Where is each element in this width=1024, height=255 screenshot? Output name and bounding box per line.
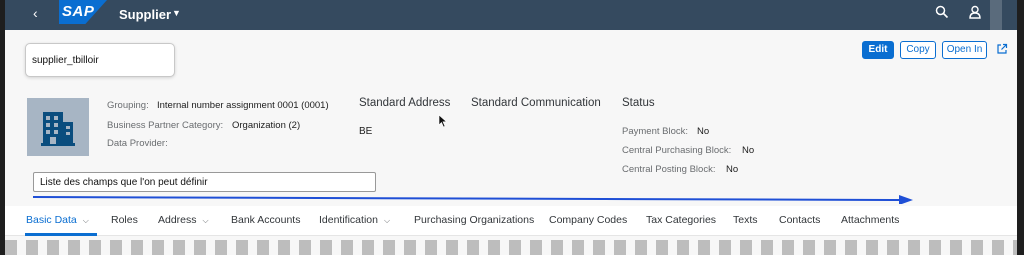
back-icon[interactable]: ‹ xyxy=(33,5,38,21)
scrollbar[interactable] xyxy=(990,0,1002,30)
tab-label: Texts xyxy=(733,214,758,226)
tab-contacts[interactable]: Contacts xyxy=(779,214,820,226)
sap-logo[interactable]: SAP xyxy=(59,0,107,24)
grouping-label: Grouping: xyxy=(107,100,149,111)
tab-address[interactable]: Address ⌵ xyxy=(158,214,209,226)
edit-button[interactable]: Edit xyxy=(862,41,894,59)
posting-block-value: No xyxy=(726,164,739,175)
chevron-down-icon: ⌵ xyxy=(202,216,209,225)
mouse-cursor-icon xyxy=(438,114,448,128)
tab-label: Roles xyxy=(111,214,138,226)
tab-label: Address xyxy=(158,214,197,226)
grouping-value: Internal number assignment 0001 (0001) xyxy=(157,100,329,111)
title-caret-icon[interactable]: ▼ xyxy=(172,8,181,18)
purchasing-block-value: No xyxy=(742,145,755,156)
supplier-avatar xyxy=(27,98,89,156)
standard-communication-heading: Standard Communication xyxy=(471,97,601,109)
tab-roles[interactable]: Roles xyxy=(111,214,138,226)
tab-basic-data[interactable]: Basic Data ⌵ xyxy=(26,214,89,226)
content-placeholder xyxy=(5,240,1017,255)
supplier-id-field[interactable]: supplier_tbilloir xyxy=(25,43,175,77)
address-value: BE xyxy=(359,126,373,137)
building-icon xyxy=(41,112,75,146)
tab-bank-accounts[interactable]: Bank Accounts xyxy=(231,214,300,226)
status-heading: Status xyxy=(622,97,655,109)
tab-label: Contacts xyxy=(779,214,821,226)
data-provider-label: Data Provider: xyxy=(107,138,168,149)
open-in-button[interactable]: Open In xyxy=(942,41,987,59)
bp-category-label: Business Partner Category: xyxy=(107,120,224,131)
tab-label: Identification xyxy=(319,214,378,226)
tab-label: Attachments xyxy=(841,214,900,226)
tab-label: Bank Accounts xyxy=(231,214,301,226)
payment-block-label: Payment Block: xyxy=(622,126,688,137)
tab-purchasing-organizations[interactable]: Purchasing Organizations xyxy=(414,214,534,226)
shell-bar: ‹ SAP Supplier ▼ xyxy=(5,0,1017,30)
tab-label: Company Codes xyxy=(549,214,628,226)
tab-bar: Basic Data ⌵ Roles Address ⌵ Bank Accounts… xyxy=(5,206,1017,236)
tab-label: Basic Data xyxy=(26,214,77,226)
tab-label: Tax Categories xyxy=(646,214,717,226)
app-window: ‹ SAP Supplier ▼ supplier_tbilloir Edit … xyxy=(5,0,1017,255)
annotation-arrow xyxy=(33,195,913,204)
object-header: supplier_tbilloir Edit Copy Open In Grou… xyxy=(5,30,1017,206)
external-link-icon[interactable] xyxy=(996,43,1008,55)
tab-identification[interactable]: Identification ⌵ xyxy=(319,214,390,226)
screenshot-frame: ‹ SAP Supplier ▼ supplier_tbilloir Edit … xyxy=(0,0,1024,255)
user-icon[interactable] xyxy=(968,5,982,19)
tab-attachments[interactable]: Attachments xyxy=(841,214,899,226)
purchasing-block-label: Central Purchasing Block: xyxy=(622,145,732,156)
logo-text: SAP xyxy=(62,3,95,20)
copy-button[interactable]: Copy xyxy=(900,41,936,59)
chevron-down-icon: ⌵ xyxy=(383,216,391,225)
annotation-text: Liste des champs que l'on peut définir xyxy=(40,177,208,188)
payment-block-value: No xyxy=(697,126,710,137)
tab-label: Purchasing Organizations xyxy=(414,214,535,226)
chevron-down-icon: ⌵ xyxy=(82,216,89,225)
bp-category-value: Organization (2) xyxy=(232,120,301,131)
annotation-box: Liste des champs que l'on peut définir xyxy=(33,172,376,192)
tab-tax-categories[interactable]: Tax Categories xyxy=(646,214,716,226)
posting-block-label: Central Posting Block: xyxy=(622,164,716,175)
standard-address-heading: Standard Address xyxy=(359,97,451,109)
app-title[interactable]: Supplier xyxy=(119,7,171,22)
tab-company-codes[interactable]: Company Codes xyxy=(549,214,627,226)
tab-texts[interactable]: Texts xyxy=(733,214,758,226)
active-tab-indicator xyxy=(25,233,97,236)
search-icon[interactable] xyxy=(935,5,949,19)
supplier-id-value: supplier_tbilloir xyxy=(32,55,99,66)
